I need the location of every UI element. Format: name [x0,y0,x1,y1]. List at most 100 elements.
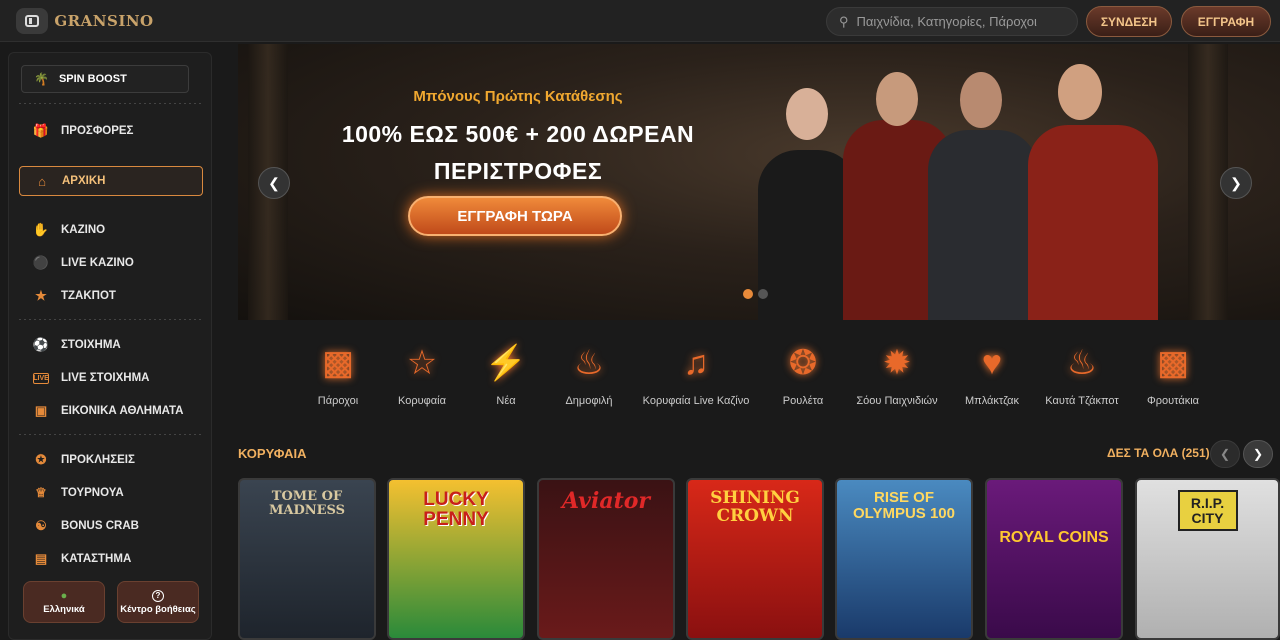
category-label: Κορυφαία [398,395,446,407]
live-icon: LIVE [33,372,49,384]
top-bar: GRANSINO ⚲ ΣΥΝΔΕΣΗ ΕΓΓΡΑΦΗ [0,0,1280,42]
sidebar-item-label: ΠΡΟΚΛΗΣΕΙΣ [61,454,135,466]
sidebar-item-live-betting[interactable]: LIVE LIVE ΣΤΟΙΧΗΜΑ [19,363,203,393]
category-top-live-casino[interactable]: ♫ Κορυφαία Live Καζίνο [643,338,750,408]
divider [19,319,203,320]
monitor-icon: ▣ [34,403,48,418]
category-label: Πάροχοι [317,395,359,407]
game-tile[interactable]: R.I.P. CITY [1135,478,1280,640]
microphone-icon: ♫ [683,343,709,382]
category-bar: ▩ Πάροχοι ☆ Κορυφαία ⚡ Νέα ♨ Δημοφιλή ♫ … [238,330,1280,430]
banner-pagination [743,289,768,299]
sidebar-item-casino[interactable]: ✋ ΚΑΖΙΝΟ [19,215,203,245]
banner-next-button[interactable]: ❯ [1220,167,1252,199]
chevron-left-icon: ❮ [1219,447,1231,461]
lightning-icon: ⚡ [484,344,528,382]
sidebar-item-virtual-sports[interactable]: ▣ ΕΙΚΟΝΙΚΑ ΑΘΛΗΜΑΤΑ [19,396,203,426]
search-bar[interactable]: ⚲ [826,7,1078,36]
sidebar-item-betting[interactable]: ⚽ ΣΤΟΙΧΗΜΑ [19,330,203,360]
help-center-button[interactable]: ? Κέντρο βοήθειας [117,581,199,623]
sidebar-item-label: LIVE ΚΑΖΙΝΟ [61,257,134,269]
register-now-button[interactable]: ΕΓΓΡΑΦΗ ΤΩΡΑ [408,196,622,236]
medal-icon: ✪ [35,452,47,467]
section-title: ΚΟΡΥΦΑΙΑ [238,446,307,461]
game-tile[interactable]: Aviator [537,478,675,640]
sidebar-item-live-casino[interactable]: ⚫ LIVE ΚΑΖΙΝΟ [19,248,203,278]
banner-title-line-2: ΠΕΡΙΣΤΡΟΦΕΣ [433,158,603,184]
game-tile[interactable]: TOME OF MADNESS [238,478,376,640]
game-title: RISE OF OLYMPUS 100 [853,489,955,522]
category-label: Ρουλέτα [782,395,824,407]
sidebar-toggle-icon [25,15,39,27]
hot-icon: ♨ [1066,344,1098,382]
sidebar-item-store[interactable]: ▤ ΚΑΤΑΣΤΗΜΑ [19,544,203,574]
category-providers[interactable]: ▩ Πάροχοι [290,338,386,407]
category-new[interactable]: ⚡ Νέα [458,338,554,407]
game-title: ROYAL COINS [999,529,1109,546]
category-top[interactable]: ☆ Κορυφαία [374,338,470,407]
logo[interactable]: GRANSINO [54,3,153,39]
sidebar-item-label: ΤΖΑΚΠΟΤ [61,290,116,302]
games-next-button[interactable]: ❯ [1243,440,1273,468]
basketball-icon: ⚽ [32,337,50,352]
category-popular[interactable]: ♨ Δημοφιλή [541,338,637,407]
cards-icon: ♥ [981,343,1003,382]
banner-title-line-1: 100% ΕΩΣ 500€ + 200 ΔΩΡΕΑΝ [341,121,695,147]
sidebar-item-home[interactable]: ⌂ ΑΡΧΙΚΗ [19,166,203,196]
category-hot-jackpots[interactable]: ♨ Καυτά Τζάκποτ [1034,338,1130,407]
search-icon: ⚲ [839,13,849,29]
category-label: Καυτά Τζάκποτ [1045,395,1119,407]
sidebar-item-label: LIVE ΣΤΟΙΧΗΜΑ [61,372,150,384]
jackpot-icon: ★ [35,288,47,303]
flame-icon: ♨ [573,344,605,382]
fruit-slot-icon: ▩ [1156,344,1190,382]
games-prev-button[interactable]: ❮ [1210,440,1240,468]
game-tile[interactable]: SHINING CROWN [686,478,824,640]
wheel-icon: ✹ [882,344,912,382]
rock-hand-icon: ✋ [32,222,50,237]
category-game-shows[interactable]: ✹ Σόου Παιχνιδιών [849,338,945,407]
banner-characters-image [758,64,1178,320]
pagination-dot-active[interactable] [743,289,753,299]
logo-text: GRANSINO [54,12,154,30]
sidebar-item-tournaments[interactable]: ♕ ΤΟΥΡΝΟΥΑ [19,478,203,508]
pagination-dot[interactable] [758,289,768,299]
sidebar: 🌴 SPIN BOOST 🎁 ΠΡΟΣΦΟΡΕΣ ⌂ ΑΡΧΙΚΗ ✋ ΚΑΖΙ… [8,52,212,640]
chevron-right-icon: ❯ [1230,174,1242,191]
category-label: Μπλάκτζακ [964,395,1020,407]
promo-banner[interactable]: Μπόνους Πρώτης Κατάθεσης 100% ΕΩΣ 500€ +… [238,44,1280,320]
banner-prev-button[interactable]: ❮ [258,167,290,199]
spin-boost-label: SPIN BOOST [58,73,127,85]
sidebar-item-label: ΚΑΤΑΣΤΗΜΑ [61,553,132,565]
see-all-link[interactable]: ΔΕΣ ΤΑ ΟΛΑ (251) [1107,446,1210,460]
sidebar-item-jackpot[interactable]: ★ ΤΖΑΚΠΟΤ [19,281,203,311]
language-button[interactable]: ● Ελληνικά [23,581,105,623]
login-button[interactable]: ΣΥΝΔΕΣΗ [1086,6,1172,37]
category-blackjack[interactable]: ♥ Μπλάκτζακ [944,338,1040,408]
search-input[interactable] [856,14,1057,29]
palm-icon: 🌴 [34,72,49,86]
language-label: Ελληνικά [43,603,85,615]
register-button[interactable]: ΕΓΓΡΑΦΗ [1181,6,1271,37]
game-title: SHINING CROWN [710,488,800,526]
sidebar-item-offers[interactable]: 🎁 ΠΡΟΣΦΟΡΕΣ [19,116,203,146]
globe-icon: ● [60,589,68,602]
category-roulette[interactable]: ❂ Ρουλέτα [755,338,851,407]
sidebar-item-bonus-crab[interactable]: ☯ BONUS CRAB [19,511,203,541]
sidebar-item-label: BONUS CRAB [61,520,139,532]
game-tile[interactable]: LUCKY PENNY [387,478,525,640]
banner-subtitle: Μπόνους Πρώτης Κατάθεσης [413,88,623,105]
category-label: Φρουτάκια [1146,395,1200,407]
game-tile[interactable]: RISE OF OLYMPUS 100 [835,478,973,640]
game-tile[interactable]: ROYAL COINS [985,478,1123,640]
category-fruit-slots[interactable]: ▩ Φρουτάκια [1125,338,1221,407]
roulette-icon: ❂ [788,344,818,382]
gift-icon: 🎁 [32,123,50,138]
microphone-icon: ⚫ [32,255,50,270]
game-title: R.I.P. CITY [1177,490,1238,532]
spin-boost-button[interactable]: 🌴 SPIN BOOST [21,65,189,93]
sidebar-item-label: ΕΙΚΟΝΙΚΑ ΑΘΛΗΜΑΤΑ [61,405,184,417]
menu-toggle-button[interactable] [16,8,48,34]
chevron-left-icon: ❮ [268,174,280,191]
sidebar-item-challenges[interactable]: ✪ ΠΡΟΚΛΗΣΕΙΣ [19,445,203,475]
